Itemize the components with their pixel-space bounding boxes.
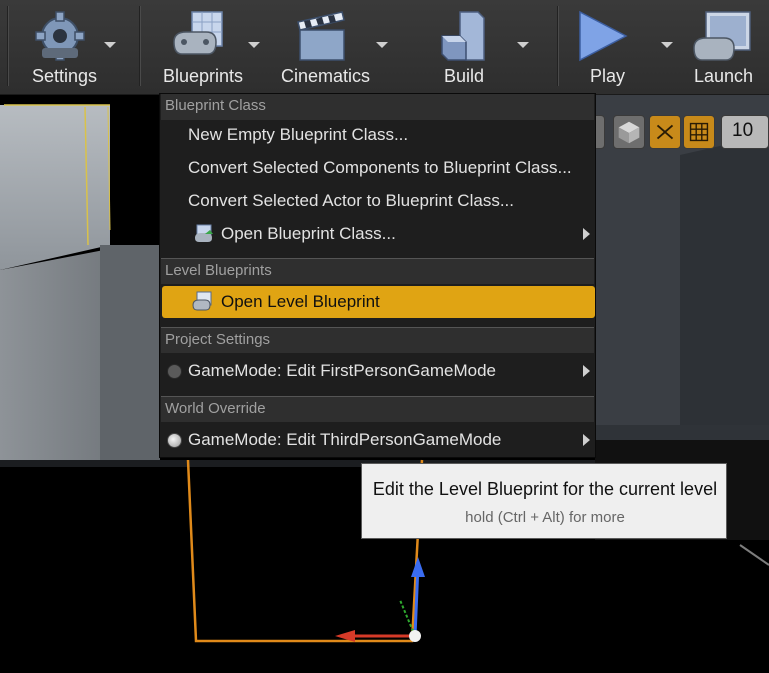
main-toolbar: Settings Blueprints Cinematics Build Pla… [0, 0, 769, 95]
play-button[interactable]: Play [572, 0, 682, 94]
chevron-down-icon[interactable] [376, 42, 388, 48]
gamemode-dot-icon [167, 364, 182, 379]
build-label: Build [444, 66, 485, 86]
menu-item-label: Open Level Blueprint [221, 292, 380, 311]
snap-arrows-icon [656, 124, 674, 140]
cube-icon [618, 121, 640, 144]
menu-item-label: Convert Selected Components to Blueprint… [188, 158, 572, 177]
toolbar-separator [139, 6, 140, 86]
blueprint-gamepad-icon [173, 11, 223, 55]
viewport-controls: 10 [589, 115, 769, 151]
submenu-arrow-icon [583, 365, 590, 377]
section-title: World Override [165, 400, 266, 417]
tooltip: Edit the Level Blueprint for the current… [361, 463, 727, 539]
menu-item-label: GameMode: Edit ThirdPersonGameMode [188, 430, 502, 449]
menu-item-edit-firstperson-gamemode[interactable]: GameMode: Edit FirstPersonGameMode [161, 355, 594, 387]
toolbar-separator [7, 6, 8, 86]
level-blueprint-icon [192, 291, 212, 311]
section-header-blueprint-class: Blueprint Class [161, 94, 594, 120]
menu-item-edit-thirdperson-gamemode[interactable]: GameMode: Edit ThirdPersonGameMode [161, 424, 594, 456]
build-blocks-icon [441, 11, 485, 61]
blueprints-label: Blueprints [163, 66, 244, 86]
launch-label: Launch [694, 66, 754, 86]
section-header-level-blueprints: Level Blueprints [161, 258, 594, 284]
grid-size-value: 10 [732, 120, 754, 141]
launch-monitor-icon [693, 11, 751, 61]
settings-button[interactable]: Settings [26, 0, 126, 94]
surface-snap-button[interactable] [613, 115, 645, 149]
menu-item-label: Convert Selected Actor to Blueprint Clas… [188, 191, 514, 210]
submenu-arrow-icon [583, 228, 590, 240]
section-header-project-settings: Project Settings [161, 327, 594, 353]
section-header-world-override: World Override [161, 396, 594, 422]
toolbar-separator [557, 6, 558, 86]
play-label: Play [590, 66, 626, 86]
submenu-arrow-icon [583, 434, 590, 446]
menu-item-open-blueprint-class[interactable]: Open Blueprint Class... [161, 218, 594, 250]
gamemode-dot-icon [167, 433, 182, 448]
chevron-down-icon[interactable] [104, 42, 116, 48]
grid-size-dropdown[interactable]: 10 [721, 115, 769, 149]
blueprints-dropdown-menu: Blueprint Class New Empty Blueprint Clas… [159, 93, 596, 458]
tooltip-text: Edit the Level Blueprint for the current… [372, 479, 718, 499]
chevron-down-icon[interactable] [661, 42, 673, 48]
grid-button[interactable] [683, 115, 715, 149]
menu-item-convert-components[interactable]: Convert Selected Components to Blueprint… [161, 152, 594, 184]
blueprint-open-icon [195, 224, 213, 242]
settings-label: Settings [32, 66, 98, 86]
menu-item-new-empty-blueprint-class[interactable]: New Empty Blueprint Class... [161, 119, 594, 151]
chevron-down-icon[interactable] [248, 42, 260, 48]
grid-snap-toggle[interactable] [649, 115, 681, 149]
section-title: Level Blueprints [165, 262, 272, 279]
chevron-down-icon[interactable] [517, 42, 529, 48]
cinematics-button[interactable]: Cinematics [280, 0, 390, 94]
section-title: Blueprint Class [165, 97, 266, 114]
cinematics-label: Cinematics [281, 66, 371, 86]
blueprints-button[interactable]: Blueprints [158, 0, 268, 94]
menu-item-label: New Empty Blueprint Class... [188, 125, 409, 144]
clapperboard-icon [297, 11, 345, 61]
gear-icon [35, 11, 85, 61]
grid-icon [689, 122, 709, 142]
menu-item-convert-actor[interactable]: Convert Selected Actor to Blueprint Clas… [161, 185, 594, 217]
menu-item-open-level-blueprint[interactable]: Open Level Blueprint [162, 286, 595, 318]
build-button[interactable]: Build [432, 0, 542, 94]
menu-item-label: GameMode: Edit FirstPersonGameMode [188, 361, 497, 380]
play-icon [579, 10, 628, 62]
tooltip-hint: hold (Ctrl + Alt) for more [465, 509, 625, 526]
section-title: Project Settings [165, 331, 271, 348]
menu-item-label: Open Blueprint Class... [221, 224, 396, 243]
launch-button[interactable]: Launch [692, 0, 769, 94]
